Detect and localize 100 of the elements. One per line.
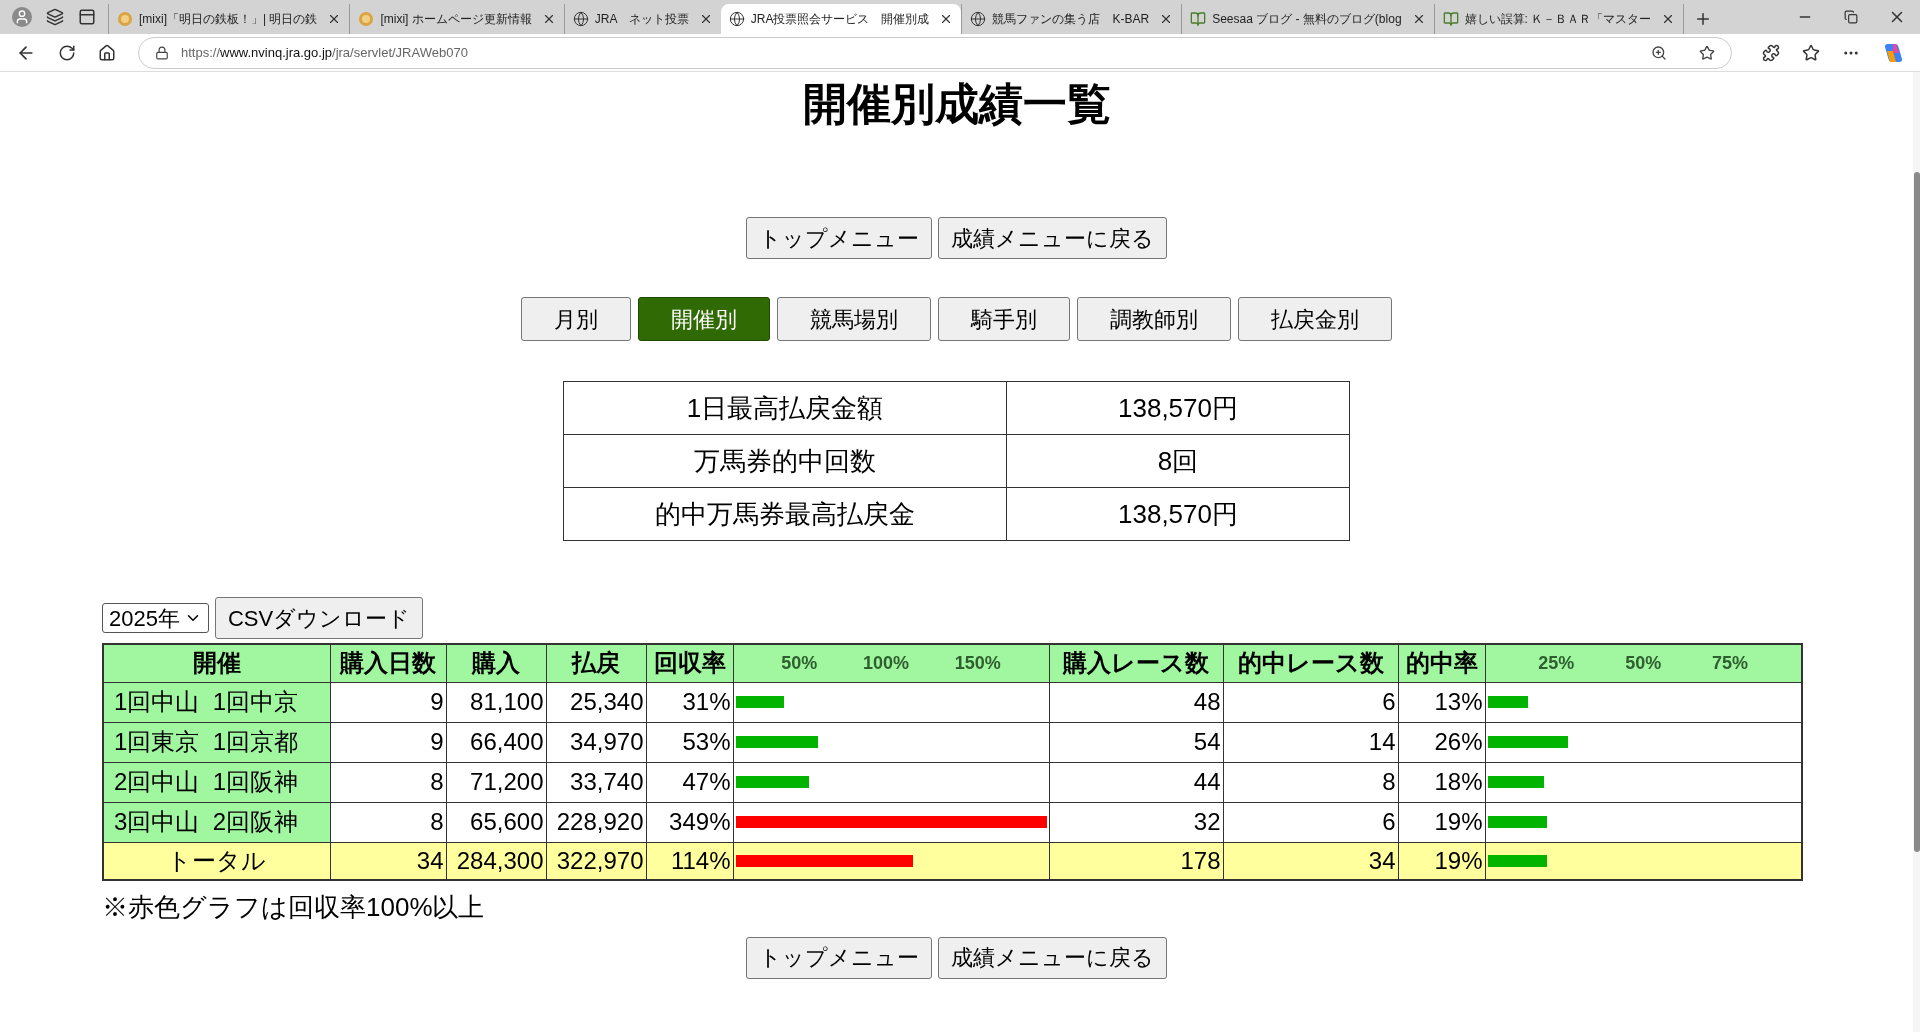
table-cell: 33,740 — [546, 762, 646, 802]
globe-icon — [970, 11, 987, 27]
browser-tab[interactable]: JRA投票照会サービス 開催別成 — [720, 4, 962, 34]
table-cell: 的中万馬券最高払戻金 — [563, 487, 1007, 541]
table-cell: 8 — [1223, 762, 1398, 802]
table-cell: 47% — [646, 762, 733, 802]
year-select[interactable]: 2025年 — [102, 603, 209, 633]
table-cell: 26% — [1398, 722, 1485, 762]
table-cell: 3回中山 2回阪神 — [103, 802, 330, 842]
table-cell: 6 — [1223, 802, 1398, 842]
tab-title: Seesaa ブログ - 無料のブログ(blog — [1212, 11, 1402, 27]
table-cell: 54 — [1049, 722, 1223, 762]
globe-icon — [728, 11, 745, 27]
column-header: 的中レース数 — [1223, 644, 1398, 682]
extensions-icon[interactable] — [1762, 43, 1780, 62]
tick-label: 50% — [1625, 651, 1662, 675]
table-cell: 万馬券的中回数 — [563, 434, 1007, 488]
csv-download-button[interactable]: CSVダウンロード — [214, 597, 424, 639]
table-cell: 13% — [1398, 682, 1485, 722]
scrollbar[interactable] — [1913, 72, 1920, 1032]
table-cell: 114% — [646, 842, 733, 880]
table-cell: 19% — [1398, 802, 1485, 842]
globe-icon — [572, 11, 589, 27]
book-icon — [1442, 11, 1459, 27]
table-cell: 34 — [330, 842, 446, 880]
table-cell: 2回中山 1回阪神 — [103, 762, 330, 802]
note-text: ※赤色グラフは回収率100%以上 — [102, 890, 486, 923]
book-icon — [1190, 11, 1207, 27]
profile-icon[interactable] — [12, 7, 32, 27]
table-cell: 1回中山 1回中京 — [103, 682, 330, 722]
table-cell: 1回東京 1回京都 — [103, 722, 330, 762]
table-cell: 65,600 — [446, 802, 546, 842]
table-cell: 9 — [330, 682, 446, 722]
table-cell: 81,100 — [446, 682, 546, 722]
table-cell: 31% — [646, 682, 733, 722]
tick-label: 75% — [1712, 651, 1749, 675]
table-cell: 322,970 — [546, 842, 646, 880]
tab-title: [mixi] ホームページ更新情報 — [380, 11, 532, 27]
table-cell: 8回 — [1006, 434, 1350, 488]
table-cell: 34,970 — [546, 722, 646, 762]
workspaces-icon[interactable] — [46, 8, 64, 26]
table-cell: 18% — [1398, 762, 1485, 802]
menu-button[interactable]: 成績メニューに戻る — [938, 936, 1167, 979]
category-tab[interactable]: 払戻金別 — [1238, 297, 1392, 341]
table-cell: 9 — [330, 722, 446, 762]
tab-title: 競馬ファンの集う店 K-BAR — [992, 11, 1150, 27]
category-tab[interactable]: 開催別 — [638, 297, 770, 341]
home-icon[interactable] — [98, 43, 116, 62]
tick-label: 150% — [954, 651, 1001, 675]
tab-actions-icon[interactable] — [78, 8, 96, 26]
column-header: 購入日数 — [330, 644, 446, 682]
column-header: 開催 — [103, 644, 330, 682]
category-tab[interactable]: 月別 — [521, 297, 631, 341]
menu-button[interactable]: トップメニュー — [746, 936, 932, 979]
tick-label: 50% — [781, 651, 818, 675]
table-cell: 349% — [646, 802, 733, 842]
column-header: 回収率 — [646, 644, 733, 682]
tick-label: 100% — [862, 651, 909, 675]
url-text: https://www.nvinq.jra.go.jp/jra/servlet/JRAWeb070 — [181, 43, 468, 62]
restore-icon[interactable] — [1844, 10, 1858, 24]
favorites-icon[interactable] — [1802, 43, 1820, 62]
tab-title: JRA投票照会サービス 開催別成 — [750, 11, 930, 27]
table-cell: トータル — [103, 842, 330, 880]
table-cell: 53% — [646, 722, 733, 762]
lock-icon[interactable] — [155, 45, 169, 60]
table-cell: 138,570円 — [1006, 381, 1350, 435]
page-title: 開催別成績一覧 — [802, 78, 1111, 130]
tab-title: [mixi]「明日の鉄板！」| 明日の鉄 — [139, 11, 318, 27]
table-cell: 284,300 — [446, 842, 546, 880]
table-cell: 71,200 — [446, 762, 546, 802]
column-header: 購入 — [446, 644, 546, 682]
table-cell: 138,570円 — [1006, 487, 1350, 541]
category-tab[interactable]: 競馬場別 — [777, 297, 931, 341]
column-header: 的中率 — [1398, 644, 1485, 682]
table-cell: 228,920 — [546, 802, 646, 842]
category-tab[interactable]: 騎手別 — [938, 297, 1070, 341]
coin-icon — [358, 11, 375, 27]
column-header: 購入レース数 — [1049, 644, 1223, 682]
table-cell: 25,340 — [546, 682, 646, 722]
tab-title: 嬉しい誤算: Ｋ－ＢＡＲ「マスター — [1464, 11, 1652, 27]
table-cell: 44 — [1049, 762, 1223, 802]
menu-button[interactable]: トップメニュー — [746, 217, 932, 259]
zoom-icon[interactable] — [1651, 44, 1667, 61]
reload-icon[interactable] — [58, 43, 76, 62]
category-tab[interactable]: 調教師別 — [1077, 297, 1231, 341]
table-cell: 178 — [1049, 842, 1223, 880]
table-cell: 48 — [1049, 682, 1223, 722]
star-icon[interactable] — [1699, 44, 1715, 61]
tick-label: 25% — [1538, 651, 1575, 675]
table-cell: 1日最高払戻金額 — [563, 381, 1007, 435]
table-cell: 32 — [1049, 802, 1223, 842]
table-cell: 34 — [1223, 842, 1398, 880]
tab-title: JRA ネット投票 — [594, 11, 689, 27]
table-cell: 6 — [1223, 682, 1398, 722]
copilot-icon[interactable] — [1882, 41, 1904, 64]
table-cell: 8 — [330, 762, 446, 802]
table-cell: 66,400 — [446, 722, 546, 762]
menu-button[interactable]: 成績メニューに戻る — [938, 217, 1167, 259]
table-cell: 8 — [330, 802, 446, 842]
table-cell: 14 — [1223, 722, 1398, 762]
